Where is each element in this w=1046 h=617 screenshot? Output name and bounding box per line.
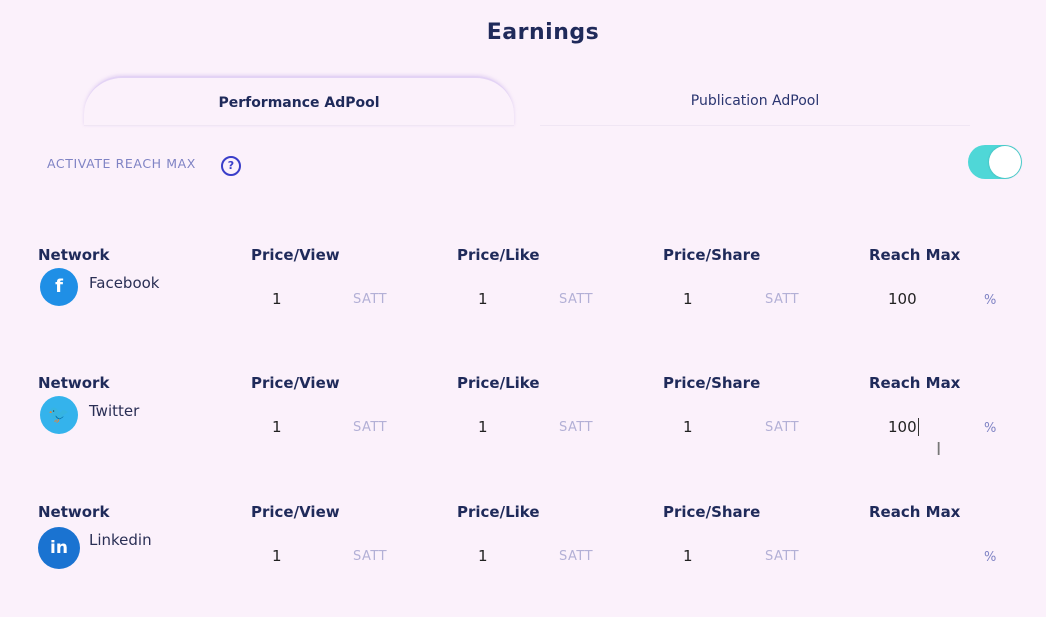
network-name: Linkedin <box>89 531 152 549</box>
price-share-input[interactable]: 1 <box>683 418 693 436</box>
tab-performance-adpool[interactable]: Performance AdPool <box>84 76 514 126</box>
price-like-header: Price/Like <box>457 503 540 521</box>
twitter-icon: 🐦 <box>40 396 78 434</box>
reach-max-percent: % <box>984 421 997 436</box>
toggle-knob[interactable] <box>989 146 1021 178</box>
text-cursor-icon: I <box>936 439 942 460</box>
price-share-header: Price/Share <box>663 503 761 521</box>
network-header: Network <box>38 246 110 264</box>
network-row-twitter: Network Price/View Price/Like Price/Shar… <box>0 374 1046 484</box>
reach-max-percent: % <box>984 293 997 308</box>
tab-divider <box>84 125 514 126</box>
reach-max-input[interactable] <box>888 547 928 565</box>
price-like-input[interactable]: 1 <box>478 418 488 436</box>
price-view-unit: SATT <box>353 549 388 564</box>
network-header: Network <box>38 374 110 392</box>
activate-reach-max-label: ACTIVATE REACH MAX <box>47 156 196 171</box>
network-name: Facebook <box>89 274 160 292</box>
network-row-facebook: Network Price/View Price/Like Price/Shar… <box>0 246 1046 356</box>
price-view-input[interactable]: 1 <box>272 418 282 436</box>
reach-max-input[interactable]: 100 <box>888 290 917 308</box>
network-header: Network <box>38 503 110 521</box>
price-like-unit: SATT <box>559 420 594 435</box>
reach-max-header: Reach Max <box>869 374 961 392</box>
help-icon[interactable]: ? <box>221 156 241 176</box>
price-share-unit: SATT <box>765 292 800 307</box>
network-row-linkedin: Network Price/View Price/Like Price/Shar… <box>0 503 1046 613</box>
price-like-header: Price/Like <box>457 374 540 392</box>
network-name: Twitter <box>89 402 140 420</box>
price-view-header: Price/View <box>251 246 340 264</box>
price-share-unit: SATT <box>765 549 800 564</box>
price-like-input[interactable]: 1 <box>478 547 488 565</box>
price-like-unit: SATT <box>559 549 594 564</box>
price-view-header: Price/View <box>251 503 340 521</box>
reach-max-toggle[interactable] <box>968 145 1022 179</box>
facebook-icon: f <box>40 268 78 306</box>
price-view-input[interactable]: 1 <box>272 290 282 308</box>
price-view-unit: SATT <box>353 292 388 307</box>
reach-max-header: Reach Max <box>869 246 961 264</box>
price-share-header: Price/Share <box>663 246 761 264</box>
price-view-input[interactable]: 1 <box>272 547 282 565</box>
price-share-unit: SATT <box>765 420 800 435</box>
price-like-header: Price/Like <box>457 246 540 264</box>
linkedin-icon: in <box>38 527 80 569</box>
price-view-unit: SATT <box>353 420 388 435</box>
page-title: Earnings <box>486 20 600 45</box>
reach-max-header: Reach Max <box>869 503 961 521</box>
price-like-input[interactable]: 1 <box>478 290 488 308</box>
price-share-header: Price/Share <box>663 374 761 392</box>
tab-publication-adpool[interactable]: Publication AdPool <box>540 76 970 126</box>
price-share-input[interactable]: 1 <box>683 547 693 565</box>
price-like-unit: SATT <box>559 292 594 307</box>
reach-max-input[interactable]: 100 <box>888 418 919 436</box>
price-view-header: Price/View <box>251 374 340 392</box>
price-share-input[interactable]: 1 <box>683 290 693 308</box>
reach-max-percent: % <box>984 550 997 565</box>
